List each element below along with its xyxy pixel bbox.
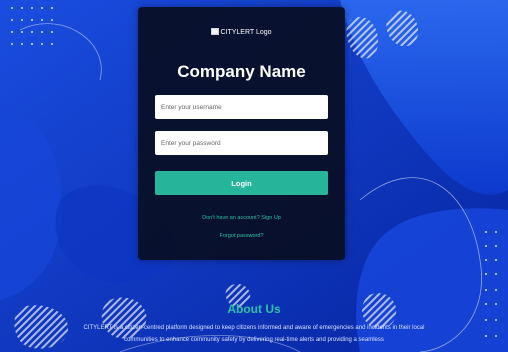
about-text: CITYLERT is a citizen-centred platform d… (83, 325, 425, 343)
logo: CITYLERT Logo (138, 28, 345, 38)
company-name: Company Name (177, 62, 306, 81)
forgot-password-link[interactable]: Forgot password? (138, 232, 345, 240)
login-button[interactable]: Login (155, 171, 328, 195)
password-input[interactable] (155, 131, 328, 155)
username-input[interactable] (155, 95, 328, 119)
signup-link[interactable]: Don't have an account? Sign Up (138, 214, 345, 222)
about-heading: About Us (227, 302, 281, 316)
logo-alt-text: CITYLERT Logo (220, 29, 272, 36)
login-card: CITYLERT Logo Company Name Login Don't h… (138, 7, 345, 260)
broken-image-icon (211, 28, 220, 35)
